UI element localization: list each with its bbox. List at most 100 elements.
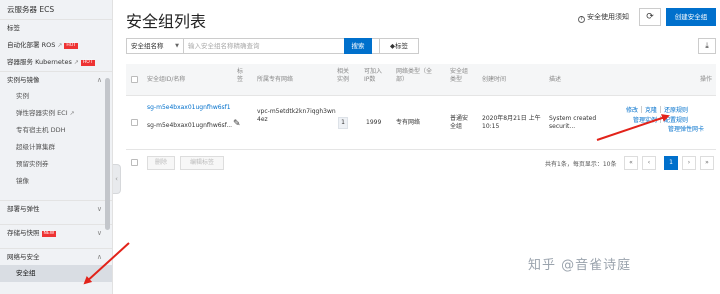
sidebar-item-instances[interactable]: 实例 bbox=[0, 88, 112, 105]
external-link-icon: ↗ bbox=[73, 59, 79, 66]
refresh-button[interactable]: ⟳ bbox=[639, 8, 661, 26]
sidebar-item-label: 实例 bbox=[16, 92, 29, 100]
col-vpc: 所属专有网络 bbox=[257, 76, 294, 83]
sidebar-item-label: 存储与快照 bbox=[7, 229, 40, 237]
sidebar-collapse-handle[interactable]: ‹ bbox=[113, 164, 121, 194]
edit-pencil-icon[interactable]: ✎ bbox=[233, 119, 241, 129]
ops-line-3: 管理弹性网卡 bbox=[668, 126, 704, 134]
sg-name: sg-m5e4bxax01ugnfhw6sf... bbox=[147, 122, 233, 129]
sidebar-item-kubernetes[interactable]: 容器服务 Kubernetes ↗ HOT bbox=[0, 54, 112, 71]
col-description: 描述 bbox=[549, 76, 562, 83]
last-page-button[interactable]: » bbox=[700, 156, 714, 170]
external-link-icon: ↗ bbox=[69, 110, 75, 117]
sidebar-item-eci[interactable]: 弹性容器实例 ECI ↗ bbox=[0, 105, 112, 122]
restore-rules-link[interactable]: 还原规则 bbox=[664, 107, 688, 114]
sidebar-item-label: 专有宿主机 DDH bbox=[16, 126, 66, 134]
sidebar-item-label: 实例与镜像 bbox=[7, 76, 40, 84]
tag-filter-button[interactable]: ◆标签 bbox=[379, 38, 419, 54]
col-related-instances: 相关实例 bbox=[337, 68, 350, 83]
description: System created securit... bbox=[549, 115, 597, 130]
page-title: 安全组列表 bbox=[126, 12, 207, 31]
footer-select-all-checkbox[interactable] bbox=[131, 159, 138, 166]
ops-line-1: 修改 克隆 还原规则 bbox=[626, 106, 688, 115]
main-content: 安全组列表 ? 安全使用须知 ⟳ 创建安全组 安全组名称 ▼ 输入安全组名称精确查询… bbox=[121, 0, 720, 294]
select-all-checkbox[interactable] bbox=[131, 76, 138, 83]
col-created: 创建时间 bbox=[482, 76, 507, 83]
col-id-name: 安全组ID/名称 bbox=[147, 76, 186, 83]
sidebar-item-label: 预留实例券 bbox=[16, 160, 49, 168]
sidebar-group-deploy[interactable]: 部署与弹性 ∨ bbox=[0, 200, 112, 217]
joinable-ip-count: 1999 bbox=[366, 119, 382, 126]
sidebar-item-label: 镜像 bbox=[16, 177, 29, 185]
tag-label: 标签 bbox=[395, 42, 408, 50]
created-time: 2020年8月21日 上午10:15 bbox=[482, 115, 541, 130]
delete-button[interactable]: 删除 bbox=[147, 156, 175, 170]
col-network-type: 网络类型（全部） bbox=[396, 68, 433, 83]
configure-rules-link[interactable]: 配置规则 bbox=[664, 117, 688, 124]
refresh-icon: ⟳ bbox=[646, 12, 654, 22]
sidebar: 云服务器 ECS 标签 自动化部署 ROS ↗ HOT 容器服务 Kubernete… bbox=[0, 0, 113, 294]
chevron-up-icon: ∧ bbox=[96, 76, 102, 84]
manage-eni-link[interactable]: 管理弹性网卡 bbox=[668, 126, 704, 133]
modify-link[interactable]: 修改 bbox=[626, 107, 638, 114]
create-security-group-button[interactable]: 创建安全组 bbox=[666, 8, 716, 26]
sidebar-group-instances-images[interactable]: 实例与镜像 ∧ bbox=[0, 71, 112, 88]
caret-down-icon: ▼ bbox=[175, 43, 179, 49]
sidebar-item-label: 容器服务 Kubernetes bbox=[7, 58, 72, 66]
table-header: 安全组ID/名称 标签 所属专有网络 相关实例 可加入IP数 网络类型（全部） … bbox=[126, 64, 716, 96]
search-button[interactable]: 搜索 bbox=[344, 38, 372, 54]
sidebar-item-ros[interactable]: 自动化部署 ROS ↗ HOT bbox=[0, 37, 112, 54]
edit-tags-button[interactable]: 编辑标签 bbox=[180, 156, 224, 170]
sidebar-item-label: 网络与安全 bbox=[7, 253, 40, 261]
sidebar-item-label: 超级计算集群 bbox=[16, 143, 55, 151]
row-checkbox[interactable] bbox=[131, 119, 138, 126]
hot-badge: HOT bbox=[64, 43, 79, 49]
sg-type: 普通安全组 bbox=[450, 115, 469, 130]
sg-id-link[interactable]: sg-m5e4bxax01ugnfhw6sf1 bbox=[147, 104, 231, 112]
external-link-icon: ↗ bbox=[57, 42, 63, 49]
sidebar-item-label: 标签 bbox=[7, 24, 20, 32]
sidebar-item-label: 部署与弹性 bbox=[7, 205, 40, 213]
page-1-button[interactable]: 1 bbox=[664, 156, 678, 170]
col-joinable-ip: 可加入IP数 bbox=[364, 68, 383, 83]
sidebar-item-ddh[interactable]: 专有宿主机 DDH bbox=[0, 122, 112, 139]
help-icon: ? bbox=[578, 16, 585, 23]
chevron-down-icon: ∨ bbox=[96, 229, 102, 237]
search-field-value: 安全组名称 bbox=[131, 42, 164, 50]
vpc-id: vpc-m5etdtk2kn7iqgh3wn4ez bbox=[257, 108, 336, 123]
chevron-up-icon: ∧ bbox=[96, 253, 102, 261]
download-icon: ⤓ bbox=[705, 41, 709, 50]
first-page-button[interactable]: « bbox=[624, 156, 638, 170]
sidebar-item-supercomputing[interactable]: 超级计算集群 bbox=[0, 139, 112, 156]
table-footer: 删除 编辑标签 共有1条，每页显示：10条 « ‹ 1 › » bbox=[126, 150, 716, 176]
search-field-select[interactable]: 安全组名称 ▼ bbox=[126, 38, 184, 54]
sidebar-group-storage[interactable]: 存储与快照 NEW ∨ bbox=[0, 224, 112, 241]
col-tag: 标签 bbox=[237, 68, 244, 83]
sidebar-scrollbar[interactable] bbox=[105, 78, 110, 230]
sidebar-item-security-group[interactable]: 安全组 bbox=[0, 265, 112, 282]
network-type: 专有网络 bbox=[396, 119, 421, 126]
chevron-down-icon: ∨ bbox=[96, 205, 102, 213]
safety-notice-label: 安全使用须知 bbox=[587, 13, 629, 21]
sidebar-item-tags[interactable]: 标签 bbox=[0, 20, 112, 37]
col-operations: 操作 bbox=[700, 76, 713, 83]
sidebar-group-network-security[interactable]: 网络与安全 ∧ bbox=[0, 248, 112, 265]
clone-link[interactable]: 克隆 bbox=[645, 107, 657, 114]
safety-notice-link[interactable]: ? 安全使用须知 bbox=[578, 12, 629, 23]
pager-info: 共有1条，每页显示：10条 bbox=[545, 161, 617, 168]
export-button[interactable]: ⤓ bbox=[698, 38, 716, 54]
sidebar-item-label: 自动化部署 ROS bbox=[7, 41, 56, 49]
table-row: sg-m5e4bxax01ugnfhw6sf1 sg-m5e4bxax01ugn… bbox=[126, 96, 716, 150]
manage-instances-link[interactable]: 管理实例 bbox=[633, 117, 657, 124]
related-instances[interactable]: 1 bbox=[338, 117, 348, 129]
sidebar-item-images[interactable]: 镜像 bbox=[0, 173, 112, 190]
related-count: 1 bbox=[338, 117, 348, 129]
watermark: 知乎 @音雀诗庭 bbox=[528, 258, 632, 273]
next-page-button[interactable]: › bbox=[682, 156, 696, 170]
sidebar-title: 云服务器 ECS bbox=[0, 0, 112, 20]
prev-page-button[interactable]: ‹ bbox=[642, 156, 656, 170]
hot-badge: HOT bbox=[80, 60, 95, 66]
col-sg-type: 安全组类型 bbox=[450, 68, 469, 83]
ops-line-2: 管理实例 配置规则 bbox=[633, 116, 688, 125]
sidebar-item-reserved[interactable]: 预留实例券 bbox=[0, 156, 112, 173]
